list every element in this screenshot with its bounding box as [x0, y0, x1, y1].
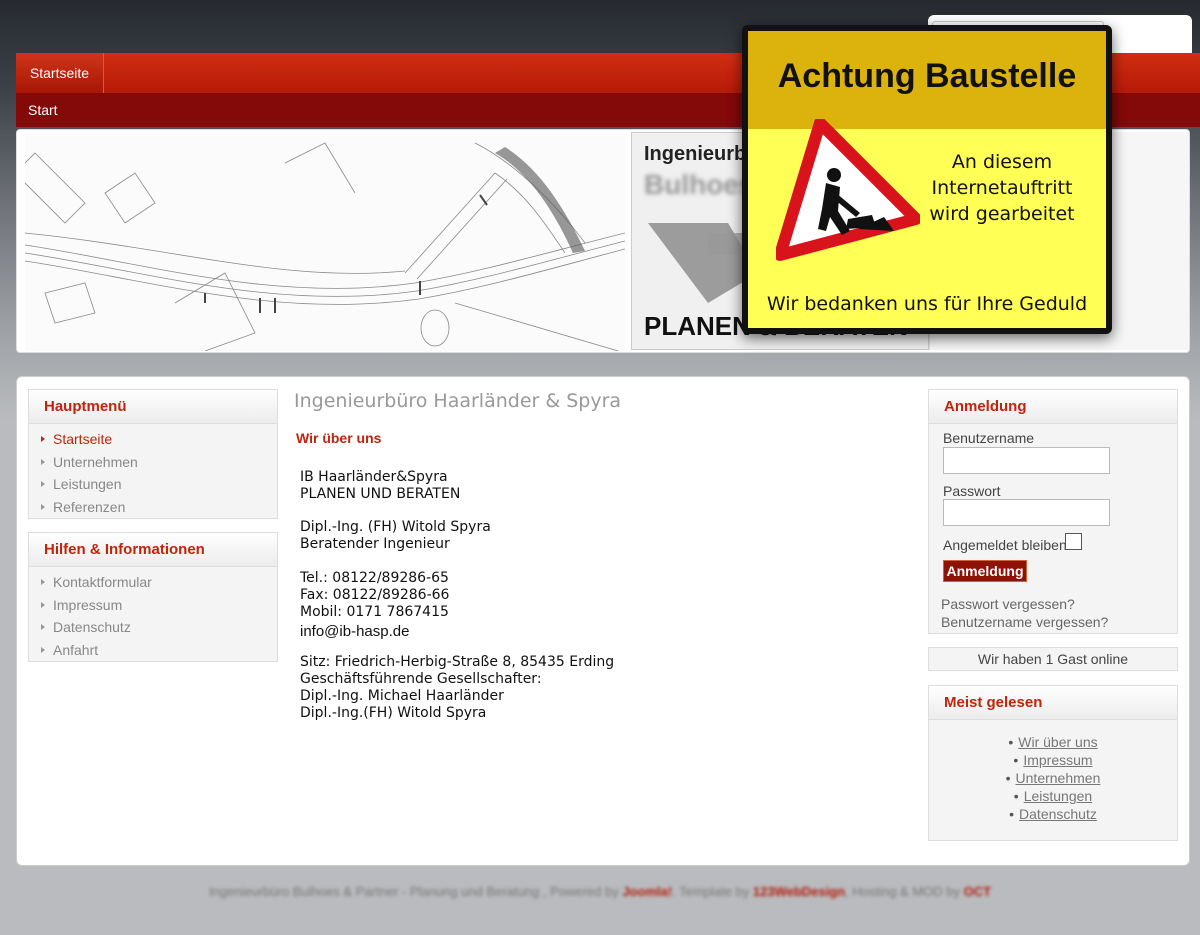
notice-title: Achtung Baustelle: [777, 57, 1077, 95]
remember-checkbox[interactable]: [1065, 533, 1082, 550]
popular-link-leistungen[interactable]: Leistungen: [1024, 788, 1093, 804]
remember-label: Angemeldet bleiben: [943, 537, 1067, 553]
list-item: • Impressum: [1013, 752, 1093, 768]
article-title: Ingenieurbüro Haarländer & Spyra: [294, 390, 622, 412]
email-link[interactable]: info@ib-hasp.de: [300, 623, 449, 640]
arrow-right-icon: [41, 624, 45, 630]
menu-item-kontaktformular[interactable]: Kontaktformular: [41, 571, 277, 594]
list-item: • Unternehmen: [1005, 770, 1101, 786]
menu-item-unternehmen[interactable]: Unternehmen: [41, 451, 277, 474]
nav-item-startseite[interactable]: Startseite: [16, 53, 104, 93]
notice-thanks: Wir bedanken uns für Ihre Geduld: [766, 293, 1088, 315]
subnav-item-start[interactable]: Start: [28, 93, 58, 127]
menu-item-anfahrt[interactable]: Anfahrt: [41, 639, 277, 662]
arrow-right-icon: [41, 503, 45, 510]
list-item: • Leistungen: [1013, 788, 1093, 804]
username-field[interactable]: [943, 447, 1110, 474]
help-menu-list: Kontaktformular Impressum Datenschutz An…: [29, 567, 277, 661]
help-menu-title: Hilfen & Informationen: [29, 533, 277, 567]
footer-joomla-link[interactable]: Joomla!: [622, 884, 672, 899]
menu-item-impressum[interactable]: Impressum: [41, 594, 277, 617]
popular-link-datenschutz[interactable]: Datenschutz: [1019, 806, 1097, 822]
popular-link-unternehmen[interactable]: Unternehmen: [1016, 770, 1101, 786]
popular-link-impressum[interactable]: Impressum: [1023, 752, 1092, 768]
notice-message: An diesem Internetauftritt wird gearbeit…: [929, 151, 1075, 225]
main-menu-title: Hauptmenü: [29, 390, 277, 424]
popular-title: Meist gelesen: [929, 686, 1177, 720]
engineering-drawing-image: [25, 133, 625, 351]
roadworks-warning-icon: [776, 119, 920, 261]
popular-list: • Wir über uns • Impressum • Unternehmen • L…: [928, 733, 1178, 823]
person-block: Dipl.-Ing. (FH) Witold Spyra Beratender …: [300, 519, 491, 552]
main-menu-module: Hauptmenü Startseite Unternehmen Leistun…: [28, 389, 278, 519]
list-item: • Datenschutz: [1009, 806, 1097, 822]
online-status: Wir haben 1 Gast online: [928, 647, 1178, 671]
popular-link-wir-ueber-uns[interactable]: Wir über uns: [1018, 734, 1097, 750]
company-name-block: IB Haarländer&Spyra PLANEN UND BERATEN: [300, 469, 461, 502]
construction-notice: Achtung Baustelle An diesem Internetauft…: [742, 25, 1112, 334]
login-title: Anmeldung: [929, 390, 1177, 424]
login-button[interactable]: Anmeldung: [943, 560, 1027, 582]
arrow-right-icon: [41, 601, 45, 608]
company-seat-block: Sitz: Friedrich-Herbig-Straße 8, 85435 E…: [300, 654, 615, 721]
footer-designer-link[interactable]: 123WebDesign: [753, 884, 845, 899]
main-menu-list: Startseite Unternehmen Leistungen Refere…: [29, 424, 277, 518]
username-label: Benutzername: [943, 430, 1035, 446]
arrow-right-icon: [41, 436, 45, 442]
forgot-password-link[interactable]: Passwort vergessen?: [941, 596, 1075, 612]
help-menu-module: Hilfen & Informationen Kontaktformular I…: [28, 532, 278, 662]
menu-item-leistungen[interactable]: Leistungen: [41, 473, 277, 496]
contact-block: Tel.: 08122/89286-65 Fax: 08122/89286-66…: [300, 570, 450, 640]
footer: Ingenieurbüro Bulhoes & Partner - Planun…: [208, 884, 992, 899]
menu-item-referenzen[interactable]: Referenzen: [41, 496, 277, 519]
footer-host-link[interactable]: OCT: [964, 884, 991, 899]
arrow-right-icon: [41, 481, 45, 487]
arrow-right-icon: [41, 579, 45, 585]
arrow-right-icon: [41, 646, 45, 653]
arrow-right-icon: [41, 458, 45, 465]
forgot-username-link[interactable]: Benutzername vergessen?: [941, 614, 1108, 630]
menu-item-startseite[interactable]: Startseite: [41, 428, 277, 451]
password-label: Passwort: [943, 483, 1001, 499]
list-item: • Wir über uns: [1008, 734, 1098, 750]
article-subtitle: Wir über uns: [296, 430, 382, 446]
menu-item-datenschutz[interactable]: Datenschutz: [41, 616, 277, 639]
password-field[interactable]: [943, 499, 1110, 526]
